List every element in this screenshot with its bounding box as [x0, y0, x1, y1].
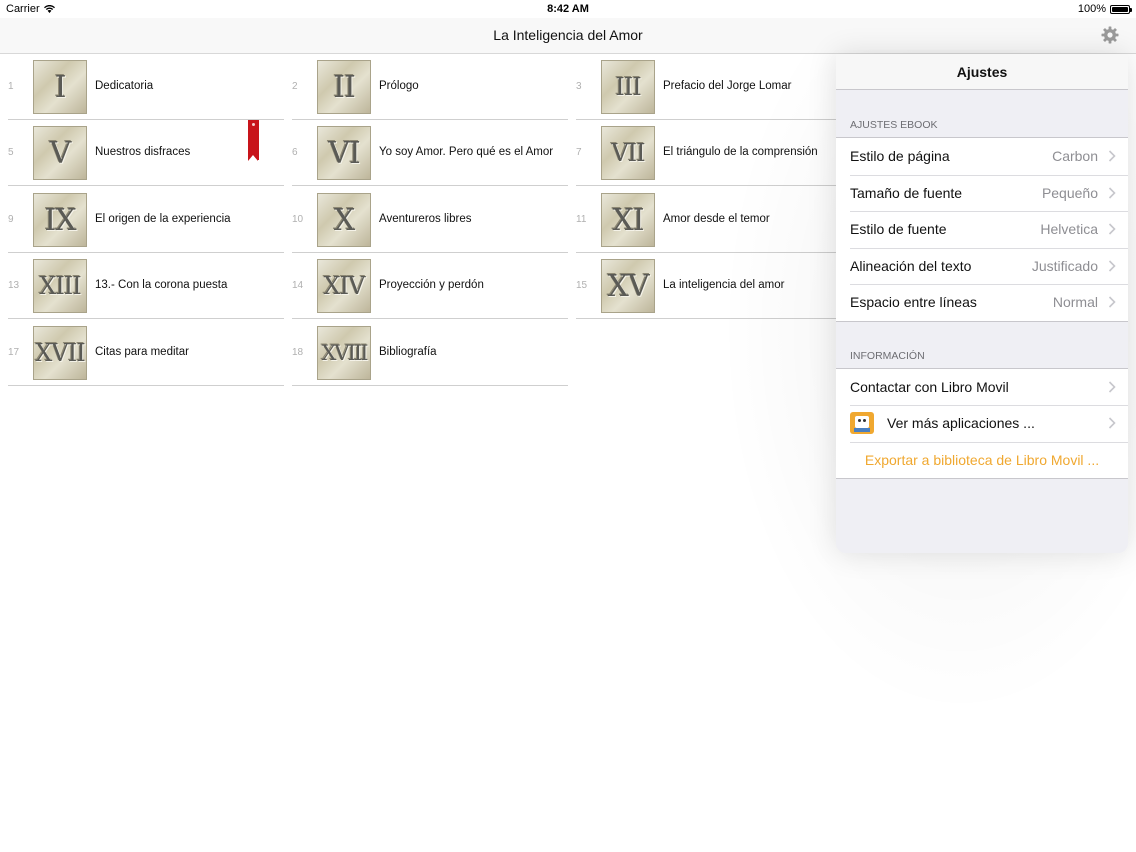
- chapter-cell[interactable]: 5 V Nuestros disfraces: [8, 120, 284, 186]
- chapter-number: 14: [292, 280, 304, 291]
- row-label: Alineación del texto: [850, 257, 972, 274]
- chapter-cell[interactable]: 10 X Aventureros libres: [292, 187, 568, 253]
- battery-percent: 100%: [1077, 3, 1106, 15]
- chapter-title: 13.- Con la corona puesta: [95, 279, 228, 291]
- page-style-row[interactable]: Estilo de página Carbon: [836, 138, 1128, 175]
- more-apps-row[interactable]: Ver más aplicaciones ...: [836, 405, 1128, 442]
- chapter-thumbnail: XV: [601, 259, 655, 313]
- chapter-title: Dedicatoria: [95, 80, 154, 92]
- chapter-thumbnail: I: [33, 60, 87, 114]
- chapter-number: 6: [292, 147, 298, 158]
- row-label: Ver más aplicaciones ...: [887, 415, 1035, 432]
- chapter-thumbnail: III: [601, 60, 655, 114]
- chapter-number: 9: [8, 214, 14, 225]
- chevron-right-icon: [1108, 259, 1116, 272]
- chevron-right-icon: [1108, 186, 1116, 199]
- text-alignment-row[interactable]: Alineación del texto Justificado: [836, 247, 1128, 285]
- chapter-number: 2: [292, 81, 298, 92]
- chapter-title: Prólogo: [379, 80, 419, 92]
- chapter-thumbnail: X: [317, 193, 371, 247]
- row-label: Espacio entre líneas: [850, 294, 977, 311]
- chapter-number: 1: [8, 81, 14, 92]
- chapter-thumbnail: XVII: [33, 326, 87, 380]
- row-label: Estilo de página: [850, 148, 950, 165]
- chevron-right-icon: [1108, 296, 1116, 308]
- row-value: Normal: [1052, 294, 1098, 311]
- clock: 8:42 AM: [547, 3, 589, 15]
- chapter-thumbnail: II: [317, 60, 371, 114]
- chapter-cell[interactable]: 17 XVII Citas para meditar: [8, 320, 284, 386]
- chevron-right-icon: [1108, 417, 1116, 429]
- row-value: Carbon: [1052, 148, 1098, 165]
- gear-icon[interactable]: [1100, 25, 1120, 45]
- chapter-cell[interactable]: 6 VI Yo soy Amor. Pero qué es el Amor: [292, 120, 568, 186]
- chapter-number: 13: [8, 280, 20, 291]
- ebook-section-header: AJUSTES EBOOK: [850, 119, 938, 131]
- popover-title: Ajustes: [836, 54, 1128, 90]
- row-label: Contactar con Libro Movil: [850, 378, 1009, 395]
- font-size-row[interactable]: Tamaño de fuente Pequeño: [836, 174, 1128, 212]
- chapter-number: 11: [576, 214, 587, 225]
- chapter-title: Proyección y perdón: [379, 279, 484, 291]
- chevron-right-icon: [1108, 150, 1116, 162]
- chapter-number: 18: [292, 347, 304, 358]
- chapter-cell[interactable]: 2 II Prólogo: [292, 54, 568, 120]
- chapter-thumbnail: VI: [317, 126, 371, 180]
- battery-icon: [1110, 4, 1132, 14]
- status-bar: Carrier 8:42 AM 100%: [0, 0, 1136, 18]
- chapter-number: 17: [8, 347, 20, 358]
- chapter-number: 15: [576, 280, 588, 291]
- chevron-right-icon: [1108, 380, 1116, 393]
- chapter-thumbnail: V: [33, 126, 87, 180]
- info-table: Contactar con Libro Movil Ver más aplica…: [836, 367, 1128, 479]
- libro-movil-app-icon: [850, 412, 874, 435]
- chapter-number: 5: [8, 147, 14, 158]
- chapter-thumbnail: XVIII: [317, 326, 371, 380]
- chapter-title: Nuestros disfraces: [95, 146, 191, 158]
- row-value: Pequeño: [1041, 184, 1098, 201]
- chevron-right-icon: [1108, 223, 1116, 235]
- chapter-cell[interactable]: 18 XVIII Bibliografía: [292, 320, 568, 386]
- ebook-settings-table: Estilo de página Carbon Tamaño de fuente…: [836, 137, 1128, 322]
- chapter-title: Bibliografía: [379, 346, 437, 358]
- chapter-cell[interactable]: 9 IX El origen de la experiencia: [8, 187, 284, 253]
- chapter-thumbnail: XIV: [317, 259, 371, 313]
- info-section-header: INFORMACIÓN: [850, 349, 925, 362]
- chapter-cell[interactable]: 13 XIII 13.- Con la corona puesta: [8, 253, 284, 319]
- chapter-cell[interactable]: 14 XIV Proyección y perdón: [292, 253, 568, 319]
- chapter-number: 3: [576, 81, 582, 92]
- chapter-title: Yo soy Amor. Pero qué es el Amor: [379, 146, 554, 158]
- chapter-number: 7: [576, 147, 582, 158]
- chapter-thumbnail: VII: [601, 126, 655, 180]
- navigation-bar: La Inteligencia del Amor: [0, 18, 1136, 54]
- row-label: Estilo de fuente: [850, 221, 947, 238]
- chapter-thumbnail: XIII: [33, 259, 87, 313]
- chapter-title: Aventureros libres: [379, 213, 472, 225]
- line-spacing-row[interactable]: Espacio entre líneas Normal: [836, 284, 1128, 321]
- row-value: Justificado: [1031, 257, 1098, 274]
- bookmark-icon[interactable]: [248, 120, 259, 161]
- chapter-thumbnail: XI: [601, 193, 655, 247]
- chapter-cell[interactable]: 1 I Dedicatoria: [8, 54, 284, 120]
- chapter-title: Citas para meditar: [95, 346, 189, 358]
- font-style-row[interactable]: Estilo de fuente Helvetica: [836, 211, 1128, 248]
- chapter-thumbnail: IX: [33, 193, 87, 247]
- book-title: La Inteligencia del Amor: [493, 27, 643, 43]
- row-label: Tamaño de fuente: [850, 184, 963, 201]
- row-value: Helvetica: [1040, 221, 1098, 238]
- chapter-title: El origen de la experiencia: [95, 213, 231, 225]
- contact-row[interactable]: Contactar con Libro Movil: [836, 369, 1128, 406]
- chapter-number: 10: [292, 214, 304, 225]
- settings-popover: Ajustes AJUSTES EBOOK Estilo de página C…: [836, 54, 1128, 553]
- export-library-link[interactable]: Exportar a biblioteca de Libro Movil ...: [836, 441, 1128, 479]
- battery-indicator: 100%: [1077, 3, 1132, 15]
